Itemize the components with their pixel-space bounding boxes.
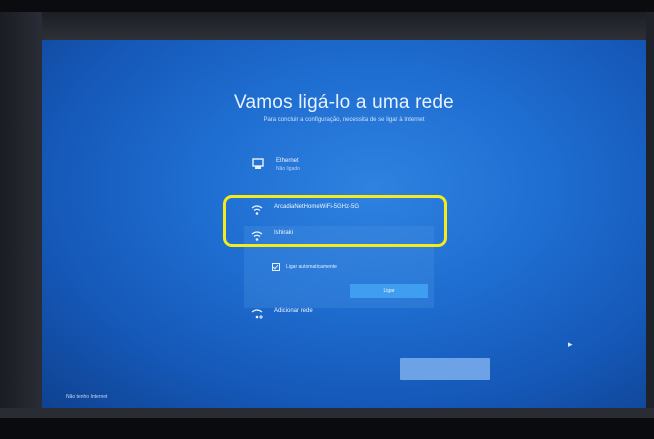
monitor-frame-left	[0, 12, 42, 418]
wifi-icon	[250, 204, 264, 216]
setup-screen: Vamos ligá-lo a uma rede Para concluir a…	[42, 40, 646, 408]
network-name: ArcadiaNetHomeWiFi-5GHz-5G	[274, 204, 360, 210]
connect-automatically-option[interactable]: Ligar automaticamente	[272, 263, 337, 271]
page-title: Vamos ligá-lo a uma rede	[234, 92, 454, 113]
network-item-wifi-5ghz[interactable]: ArcadiaNetHomeWiFi-5GHz-5G	[250, 204, 359, 216]
network-item-ishiraki[interactable]: Ishiraki	[250, 230, 293, 242]
ethernet-icon	[252, 158, 266, 170]
wifi-icon	[250, 230, 264, 242]
network-item-add[interactable]: Adicionar rede	[250, 308, 313, 320]
next-arrow-icon[interactable]: ▸	[568, 339, 573, 350]
wifi-add-icon	[250, 308, 264, 320]
monitor-frame-top	[0, 12, 654, 40]
network-name: Adicionar rede	[274, 308, 313, 314]
monitor-bezel-bottom	[0, 418, 654, 439]
network-item-ethernet[interactable]: Ethernet Não ligado	[252, 158, 300, 172]
connect-automatically-checkbox[interactable]	[272, 263, 280, 271]
page-subtitle: Para concluir a configuração, necessita …	[263, 117, 425, 123]
network-status: Não ligado	[276, 166, 300, 172]
connect-button[interactable]: Ligar	[350, 284, 428, 298]
next-button[interactable]	[400, 358, 490, 380]
no-internet-link[interactable]: Não tenho Internet	[66, 394, 107, 400]
network-name: Ethernet	[276, 158, 299, 164]
monitor-bezel-top	[0, 0, 654, 12]
monitor-frame-right	[646, 12, 654, 418]
checkbox-label: Ligar automaticamente	[286, 264, 337, 270]
monitor-frame-bottom	[0, 408, 654, 418]
network-name: Ishiraki	[274, 230, 294, 236]
